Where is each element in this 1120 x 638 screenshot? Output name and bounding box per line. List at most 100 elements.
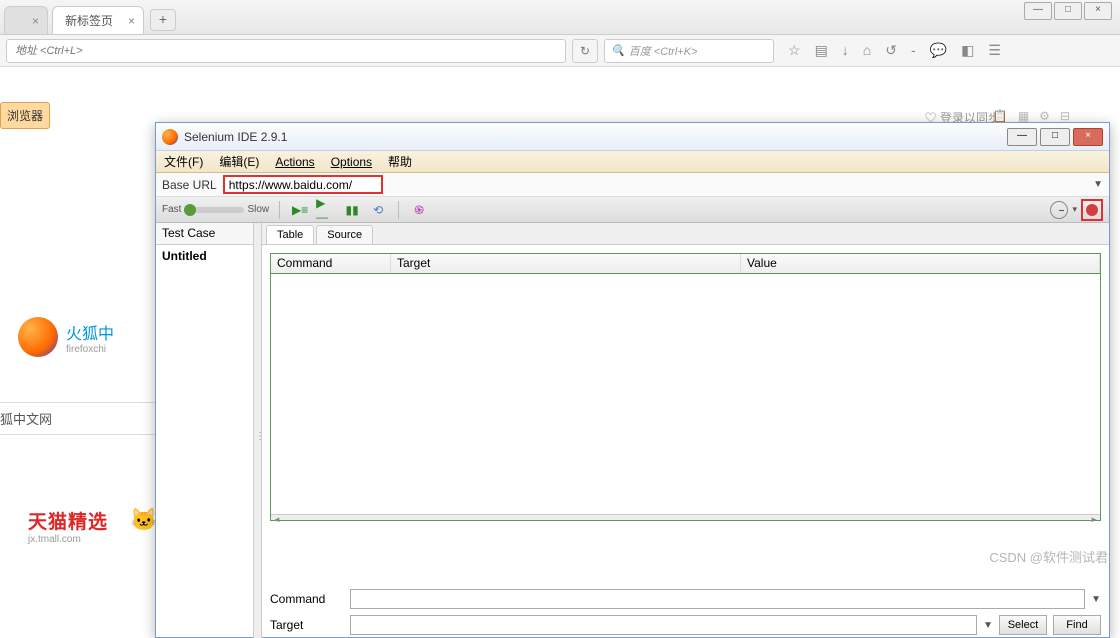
play-current-button[interactable]: ▶—	[316, 201, 336, 219]
target-label: Target	[270, 618, 344, 632]
ide-body: Test Case Untitled Table Source Command …	[156, 223, 1109, 638]
ide-toolbar: Fast Slow ▶≡ ▶— ▮▮ ⟲ ֍ ▾	[156, 197, 1109, 223]
record-icon	[1086, 204, 1098, 216]
sidebar-toggle-button[interactable]: 浏览器	[0, 102, 50, 129]
command-field-row: Command ▼	[262, 586, 1109, 612]
ide-window-controls: — □ ×	[1007, 128, 1103, 146]
col-target: Target	[391, 254, 741, 273]
close-button[interactable]: ×	[1084, 2, 1112, 20]
divider	[398, 201, 399, 219]
speed-fast-label: Fast	[162, 204, 181, 215]
search-box[interactable]: 🔍 百度 <Ctrl+K>	[604, 39, 774, 63]
ide-sidebar: Test Case Untitled	[156, 223, 254, 638]
sep-icon: -	[911, 42, 916, 59]
address-input[interactable]	[6, 39, 566, 63]
page-tools: 📋 ▦ ⚙ ⊟	[993, 109, 1070, 123]
gear-icon[interactable]: ⚙	[1039, 109, 1050, 123]
scheduler-icon[interactable]	[1050, 201, 1068, 219]
tab-1[interactable]: ×	[4, 6, 48, 34]
horizontal-scrollbar[interactable]: ◄►	[271, 514, 1100, 520]
close-icon[interactable]: ×	[32, 14, 39, 28]
tab-source[interactable]: Source	[316, 225, 373, 244]
maximize-button[interactable]: □	[1040, 128, 1070, 146]
firefox-icon	[162, 129, 178, 145]
minimize-button[interactable]: —	[1007, 128, 1037, 146]
selenium-ide-window: Selenium IDE 2.9.1 — □ × 文件(F) 编辑(E) Act…	[155, 122, 1110, 638]
tab-table[interactable]: Table	[266, 225, 314, 244]
close-button[interactable]: ×	[1073, 128, 1103, 146]
record-button[interactable]	[1081, 199, 1103, 221]
ide-titlebar[interactable]: Selenium IDE 2.9.1 — □ ×	[156, 123, 1109, 151]
divider	[279, 201, 280, 219]
firefox-text: 火狐中 firefoxchi	[66, 320, 114, 355]
speed-slow-label: Slow	[247, 204, 269, 215]
command-table-wrap: Command Target Value ◄►	[262, 245, 1109, 586]
speed-control[interactable]: Fast Slow	[162, 204, 269, 215]
minimize-button[interactable]: —	[1024, 2, 1052, 20]
command-table-header: Command Target Value	[271, 254, 1100, 274]
toolbar-right: ▾	[1050, 199, 1103, 221]
firefox-logo-block: 火狐中 firefoxchi	[18, 317, 114, 357]
new-tab-button[interactable]: +	[150, 9, 176, 31]
watermark: CSDN @软件测试君	[989, 547, 1108, 566]
pause-button[interactable]: ▮▮	[342, 201, 362, 219]
menu-edit[interactable]: 编辑(E)	[219, 153, 259, 170]
chevron-down-icon[interactable]: ▾	[1072, 204, 1077, 215]
menu-options[interactable]: Options	[331, 155, 372, 169]
download-icon[interactable]: ↓	[842, 42, 849, 59]
baseurl-input[interactable]	[223, 175, 383, 194]
browser-tab-strip: × 新标签页 × + — □ ×	[0, 0, 1120, 35]
ide-main: Table Source Command Target Value ◄►	[262, 223, 1109, 638]
target-input[interactable]	[350, 615, 977, 635]
testcase-item[interactable]: Untitled	[156, 245, 253, 267]
search-placeholder: 百度 <Ctrl+K>	[629, 43, 698, 59]
menu-actions[interactable]: Actions	[275, 155, 314, 169]
col-command: Command	[271, 254, 391, 273]
menu-icon[interactable]: ☰	[988, 42, 1001, 59]
browser-toolbar-icons: ☆ ▤ ↓ ⌂ ↺ - 💬 ◧ ☰	[788, 42, 1001, 59]
speed-slider[interactable]	[184, 207, 244, 213]
find-button[interactable]: Find	[1053, 615, 1101, 635]
clipboard-icon[interactable]: 📋	[993, 109, 1008, 123]
command-label: Command	[270, 592, 344, 606]
menu-help[interactable]: 帮助	[388, 153, 412, 170]
command-input[interactable]	[350, 589, 1085, 609]
ide-tabs: Table Source	[262, 223, 1109, 245]
search-icon: 🔍	[611, 44, 625, 57]
play-all-button[interactable]: ▶≡	[290, 201, 310, 219]
close-icon[interactable]: ×	[128, 14, 135, 28]
refresh-button[interactable]: ↻	[572, 39, 598, 63]
tab-2[interactable]: 新标签页 ×	[52, 6, 144, 34]
rollup-button[interactable]: ֍	[409, 201, 429, 219]
tmall-block[interactable]: 天猫精选 jx.tmall.com	[28, 507, 108, 545]
maximize-button[interactable]: □	[1054, 2, 1082, 20]
chevron-down-icon[interactable]: ▼	[1091, 594, 1101, 605]
sidebar-header: Test Case	[156, 223, 253, 245]
collapse-icon[interactable]: ⊟	[1060, 109, 1070, 123]
url-bar: ↻ 🔍 百度 <Ctrl+K> ☆ ▤ ↓ ⌂ ↺ - 💬 ◧ ☰	[0, 35, 1120, 67]
chat-icon[interactable]: 💬	[930, 42, 947, 59]
ide-menubar: 文件(F) 编辑(E) Actions Options 帮助	[156, 151, 1109, 173]
chevron-down-icon[interactable]: ▼	[983, 620, 993, 631]
command-table-body[interactable]	[271, 274, 1100, 514]
ide-title: Selenium IDE 2.9.1	[184, 130, 1007, 144]
browser-window-controls: — □ ×	[1024, 2, 1112, 20]
ide-baseurl-row: Base URL ▼	[156, 173, 1109, 197]
step-button[interactable]: ⟲	[368, 201, 388, 219]
baseurl-dropdown-icon[interactable]: ▼	[1093, 179, 1103, 190]
bookmark-icon[interactable]: ☆	[788, 42, 801, 59]
select-button[interactable]: Select	[999, 615, 1047, 635]
history-icon[interactable]: ↺	[885, 42, 897, 59]
browser-content: 浏览器 ♡ 登录以同步 📋 ▦ ⚙ ⊟ 火狐中 firefoxchi 狐中文网 …	[0, 67, 1120, 572]
addon-icon[interactable]: ◧	[961, 42, 974, 59]
command-table[interactable]: Command Target Value ◄►	[270, 253, 1101, 521]
menu-file[interactable]: 文件(F)	[164, 153, 203, 170]
tmall-cat-icon: 🐱	[130, 507, 157, 533]
grid-icon[interactable]: ▦	[1018, 109, 1029, 123]
side-link[interactable]: 狐中文网	[0, 402, 155, 435]
target-field-row: Target ▼ Select Find	[262, 612, 1109, 638]
home-icon[interactable]: ⌂	[863, 42, 871, 59]
library-icon[interactable]: ▤	[815, 42, 828, 59]
splitter-handle[interactable]	[254, 223, 262, 638]
firefox-title: 火狐中	[66, 320, 114, 344]
